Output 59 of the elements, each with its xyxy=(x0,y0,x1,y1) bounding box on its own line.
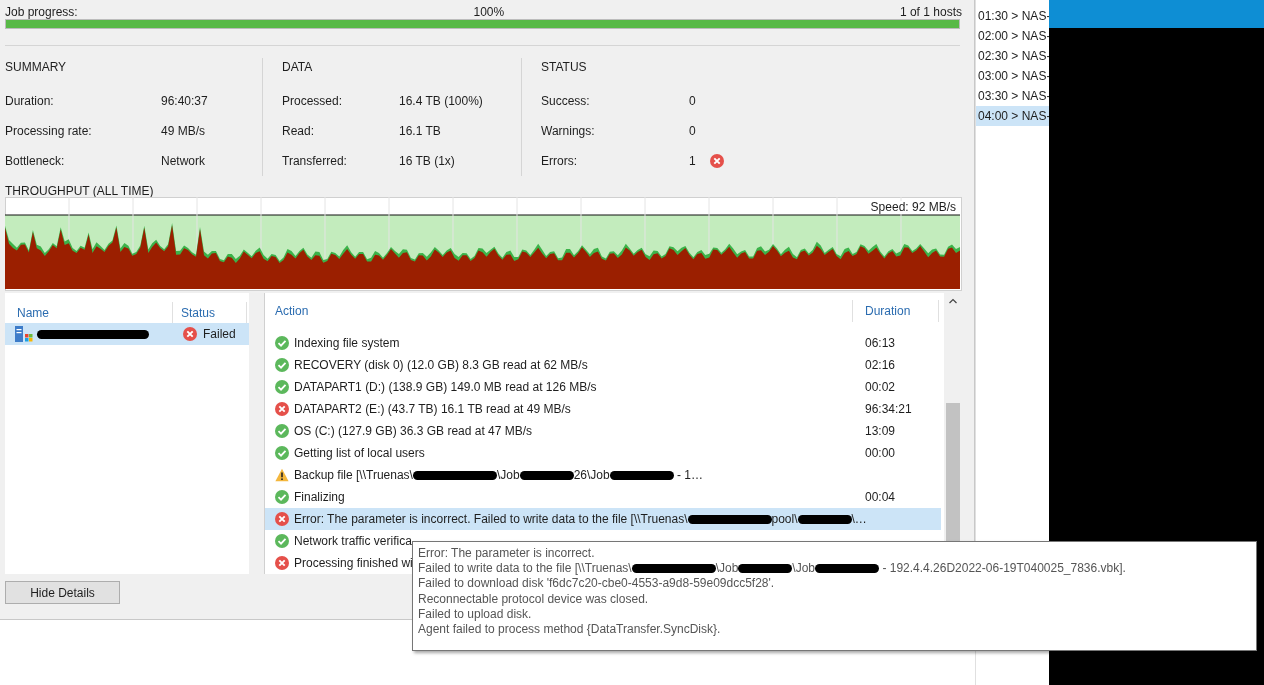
field-label: Transferred: xyxy=(282,153,348,170)
field-value: 0 xyxy=(689,123,696,140)
field-value: 96:40:37 xyxy=(161,93,208,110)
tooltip-text: Reconnectable protocol device was closed. xyxy=(418,591,649,607)
action-text: Finalizing xyxy=(294,489,345,506)
tooltip-text: Agent failed to process method {DataTransfer.SyncDisk}. xyxy=(418,621,721,638)
action-text: \… xyxy=(851,511,867,528)
field-label: Duration: xyxy=(5,93,55,110)
field-label: Read: xyxy=(282,123,316,140)
action-text: Error: The parameter is incorrect. Failed to write data to the file [\\Truenas\ xyxy=(294,511,688,528)
action-text: RECOVERY (disk 0) (12.0 GB) 8.3 GB read at 62 MB/s xyxy=(294,357,588,374)
progress-percent: 100% xyxy=(473,4,505,18)
action-text: Indexing file system xyxy=(294,335,400,352)
section-heading: THROUGHPUT (ALL TIME) xyxy=(5,184,154,198)
field-value: Network xyxy=(161,153,205,170)
duration-text: 00:02 xyxy=(864,379,896,396)
tooltip-text: Failed to upload disk. xyxy=(418,606,532,622)
field-value: 1 xyxy=(689,153,696,170)
section-heading: DATA xyxy=(282,59,314,76)
action-text: Processing finished wi xyxy=(294,555,413,572)
field-label: Success: xyxy=(541,93,591,110)
tooltip-text: \Job xyxy=(715,561,739,577)
tooltip-text: \Job xyxy=(792,561,816,577)
field-value: 16.1 TB xyxy=(399,123,441,140)
section-heading: STATUS xyxy=(541,59,588,76)
action-text: 26\Job xyxy=(573,467,610,484)
action-text: DATAPART2 (E:) (43.7 TB) 16.1 TB read at 49 MB/s xyxy=(294,401,571,418)
tooltip-text: Error: The parameter is incorrect. xyxy=(418,546,595,562)
field-value: 16 TB (1x) xyxy=(399,153,455,170)
duration-text: 00:00 xyxy=(864,445,896,462)
tooltip-text: - 192.4.4.26D2022-06-19T040025_7836.vbk]. xyxy=(881,561,1126,577)
duration-text: 96:34:21 xyxy=(864,401,912,418)
duration-text: 00:04 xyxy=(864,489,896,506)
action-text: OS (C:) (127.9 GB) 36.3 GB read at 47 MB/s xyxy=(294,423,533,440)
progress-label: Job progress: xyxy=(5,4,78,18)
field-value: 49 MB/s xyxy=(161,123,205,140)
field-value: 16.4 TB (100%) xyxy=(399,93,483,110)
action-text: DATAPART1 (D:) (138.9 GB) 149.0 MB read at 126 MB/s xyxy=(294,379,597,396)
field-label: Warnings: xyxy=(541,123,596,140)
field-label: Bottleneck: xyxy=(5,153,66,170)
tooltip-text: Failed to write data to the file [\\Truenas\ xyxy=(418,561,632,577)
duration-text: 06:13 xyxy=(864,335,896,352)
field-label: Processed: xyxy=(282,93,344,110)
tooltip-text: Failed to download disk 'f6dc7c20-cbe0-4553-a9d8-59e09dcc5f28'. xyxy=(418,576,775,592)
duration-text: 13:09 xyxy=(864,423,896,440)
duration-text: 02:16 xyxy=(864,357,896,374)
field-value: 0 xyxy=(689,93,696,110)
speed-label: Speed: 92 MB/s xyxy=(870,201,956,214)
action-text: - 1… xyxy=(676,467,703,484)
action-text: Network traffic verifica xyxy=(294,533,412,550)
field-label: Errors: xyxy=(541,153,578,170)
action-text: \Job xyxy=(496,467,520,484)
section-heading: SUMMARY xyxy=(5,59,68,76)
field-label: Processing rate: xyxy=(5,123,93,140)
status-text: Failed xyxy=(203,326,236,343)
action-text: pool\ xyxy=(771,511,798,528)
hosts-count: 1 of 1 hosts xyxy=(899,4,962,18)
action-text: Backup file [\\Truenas\ xyxy=(294,467,413,484)
action-text: Getting list of local users xyxy=(294,445,425,462)
